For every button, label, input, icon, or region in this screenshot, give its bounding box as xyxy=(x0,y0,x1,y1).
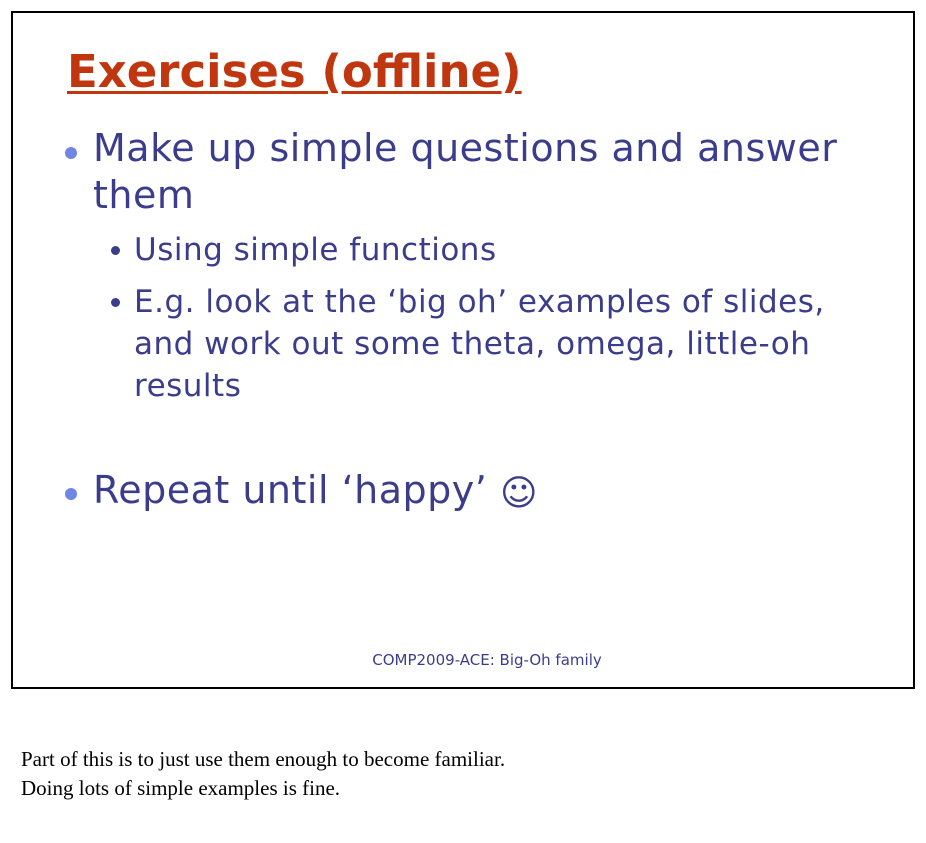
slide-footer: COMP2009-ACE: Big-Oh family xyxy=(372,651,602,669)
bullet-dot-icon xyxy=(65,147,77,159)
slide-title: Exercises (offline) xyxy=(67,45,522,98)
notes-line-2: Doing lots of simple examples is fine. xyxy=(21,776,341,800)
bullet-text-2: Repeat until ‘happy’ ☺ xyxy=(93,467,883,517)
speaker-notes: Part of this is to just use them enough … xyxy=(21,745,911,803)
bullet-text-2-label: Repeat until ‘happy’ xyxy=(93,468,488,512)
notes-line-1: Part of this is to just use them enough … xyxy=(21,747,506,771)
bullet-text-1: Make up simple questions and answer them xyxy=(93,126,838,217)
sub-bullet-text-1: Using simple functions xyxy=(134,232,497,268)
sub-bullet-text-2: E.g. look at the ‘big oh’ examples of sl… xyxy=(134,284,825,404)
bullet-dot-icon xyxy=(65,488,77,500)
smiley-icon: ☺ xyxy=(499,473,538,514)
sub-bullet-dot-icon xyxy=(111,298,120,307)
sub-bullet-dot-icon xyxy=(111,246,120,255)
slide: Exercises (offline) Make up simple quest… xyxy=(11,11,915,689)
